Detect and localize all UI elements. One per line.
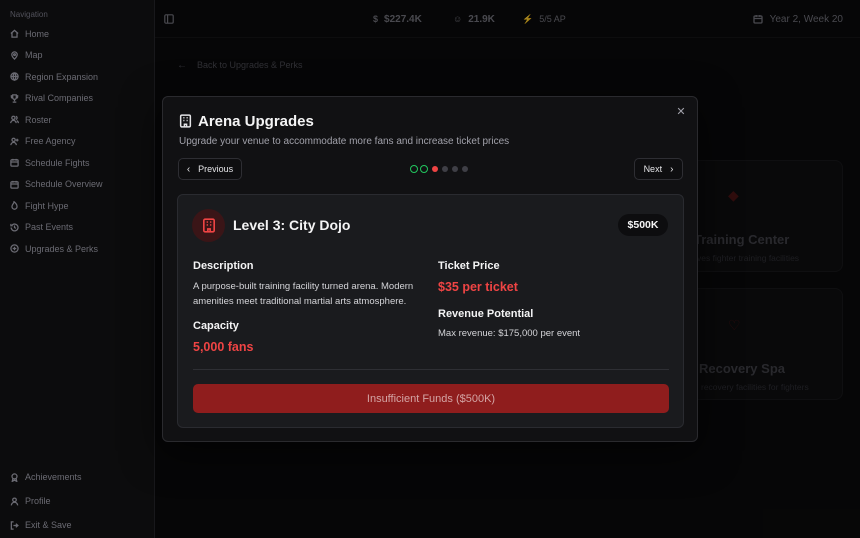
capacity-value: 5,000 fans [193, 340, 254, 354]
level-card: Level 3: City Dojo $500K Description A p… [177, 194, 684, 428]
log-out-icon [10, 520, 19, 530]
trophy-icon [10, 94, 19, 103]
history-icon [10, 223, 19, 232]
next-label: Next [643, 164, 663, 174]
next-button[interactable]: Next › [634, 158, 683, 180]
sidebar-item-label: Achievements [25, 472, 82, 482]
ticket-price-value: $35 per ticket [438, 280, 518, 294]
arena-upgrades-dialog: ✕ Arena Upgrades Upgrade your venue to a… [162, 96, 698, 442]
step-dot-completed[interactable] [410, 165, 418, 173]
sidebar-item-label: Roster [25, 114, 52, 125]
description-text: A purpose-built training facility turned… [193, 281, 414, 307]
sidebar-item-region-expansion[interactable]: Region Expansion [0, 66, 155, 88]
ticket-price-heading: Ticket Price [438, 260, 500, 272]
sidebar-item-label: Exit & Save [25, 520, 72, 530]
sidebar-item-label: Home [25, 28, 50, 39]
sidebar-item-label: Upgrades & Perks [25, 243, 99, 254]
sidebar-item-schedule-fights[interactable]: Schedule Fights [0, 152, 155, 174]
globe-icon [10, 72, 19, 82]
chevron-right-icon: › [670, 163, 674, 175]
sidebar-item-profile[interactable]: Profile [0, 489, 155, 513]
sidebar-item-label: Fight Hype [25, 200, 69, 211]
sidebar-item-roster[interactable]: Roster [0, 109, 155, 131]
sidebar-item-label: Free Agency [25, 136, 76, 147]
calendar-icon [10, 159, 19, 167]
sidebar-item-label: Schedule Fights [25, 157, 90, 168]
capacity-heading: Capacity [193, 320, 239, 332]
plus-circle-icon [10, 244, 19, 253]
map-pin-icon [11, 51, 18, 60]
description-heading: Description [193, 260, 254, 272]
sidebar-footer: Achievements Profile Exit & Save [0, 465, 155, 537]
sidebar-item-label: Past Events [25, 222, 74, 233]
user-plus-icon [10, 137, 19, 145]
previous-label: Previous [198, 164, 234, 174]
revenue-heading: Revenue Potential [438, 308, 534, 320]
sidebar-item-free-agency[interactable]: Free Agency [0, 131, 155, 153]
revenue-text: Max revenue: $175,000 per event [438, 328, 581, 339]
level-icon-badge [192, 209, 225, 242]
users-icon [10, 115, 19, 124]
chevron-left-icon: ‹ [186, 163, 191, 175]
step-dot[interactable] [462, 166, 468, 172]
sidebar-item-label: Map [25, 50, 43, 61]
sidebar-item-map[interactable]: Map [0, 45, 155, 67]
sidebar-item-label: Profile [25, 496, 51, 506]
sidebar-item-home[interactable]: Home [0, 23, 155, 45]
sidebar-item-schedule-overview[interactable]: Schedule Overview [0, 174, 155, 196]
dialog-title: Arena Upgrades [179, 112, 314, 130]
sidebar-item-upgrades-perks[interactable]: Upgrades & Perks [0, 238, 155, 260]
divider [193, 369, 669, 370]
user-icon [10, 496, 19, 506]
award-icon [11, 472, 18, 482]
price-badge: $500K [618, 214, 668, 236]
sidebar-item-past-events[interactable]: Past Events [0, 217, 155, 239]
sidebar-item-exit-save[interactable]: Exit & Save [0, 513, 155, 537]
close-icon[interactable]: ✕ [675, 106, 687, 118]
sidebar-item-achievements[interactable]: Achievements [0, 465, 155, 489]
step-dot[interactable] [442, 166, 448, 172]
level-title: Level 3: City Dojo [233, 217, 351, 233]
sidebar-item-label: Region Expansion [25, 71, 99, 82]
home-icon [10, 29, 19, 38]
dialog-title-text: Arena Upgrades [198, 112, 314, 130]
sidebar-nav: Home Map Region Expansion Rival Companie… [0, 23, 155, 260]
sidebar-heading: Navigation [10, 10, 48, 19]
sidebar: Navigation Home Map Region Expansion Riv… [0, 0, 155, 538]
building-icon [202, 218, 215, 233]
level-stepper [410, 165, 472, 173]
sidebar-item-label: Rival Companies [25, 93, 94, 104]
sidebar-item-fight-hype[interactable]: Fight Hype [0, 195, 155, 217]
sidebar-item-rival-companies[interactable]: Rival Companies [0, 88, 155, 110]
step-dot-completed[interactable] [420, 165, 428, 173]
dialog-subtitle: Upgrade your venue to accommodate more f… [179, 136, 510, 147]
step-dot[interactable] [452, 166, 458, 172]
purchase-button[interactable]: Insufficient Funds ($500K) [193, 384, 669, 413]
step-dot-current[interactable] [432, 166, 438, 172]
calendar-icon [10, 180, 19, 189]
sidebar-item-label: Schedule Overview [25, 179, 103, 190]
previous-button[interactable]: ‹ Previous [178, 158, 242, 180]
flame-icon [11, 201, 18, 211]
building-icon [179, 114, 192, 128]
